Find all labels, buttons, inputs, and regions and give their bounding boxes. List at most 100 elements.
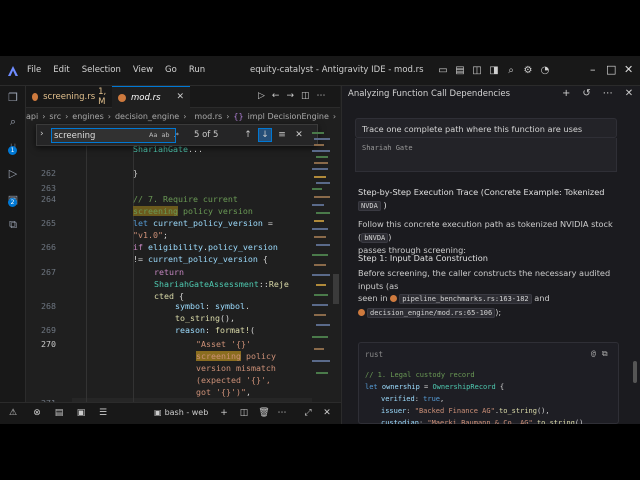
remote-badge: 2 [8,198,17,207]
breadcrumb: api › src › engines › decision_engine › … [26,108,340,124]
breadcrumb-item[interactable]: src [49,112,61,121]
line-number: 262 [41,168,56,178]
window-title: equity-catalyst - Antigravity IDE - mod.… [250,65,424,75]
chevron-right-icon: › [226,111,230,121]
scrollbar-thumb[interactable] [333,274,339,304]
regex-toggle[interactable]: .* [174,131,179,139]
bottom-toolbar: ⚠ ⊗ ▤ ▣ ☰ ▣ bash - web + ◫ 🗑 ⋯ ⤢ ✕ [0,402,341,424]
code-line: version mismatch [196,363,276,373]
match-case-toggle[interactable]: Aa [149,131,157,139]
ide-window: File Edit Selection View Go Run equity-c… [0,56,640,424]
code-chip: NVDA [358,200,381,211]
layout-controls: ▭ ▤ ◫ ◨ ⌕ ⚙ ◔ [436,63,552,77]
find-in-selection-icon[interactable]: ≡ [275,128,289,142]
tab-screening-rs[interactable]: screening.rs 1, M [26,86,112,108]
chevron-right-icon: › [183,111,187,121]
account-icon[interactable]: ◔ [538,63,552,77]
breadcrumb-item[interactable]: api [26,112,38,121]
output-icon[interactable]: ▤ [53,407,65,419]
editor-scrollbar[interactable] [332,124,340,424]
close-panel-icon[interactable]: ✕ [321,407,333,419]
explorer-icon[interactable]: ❐ [6,90,20,104]
run-debug-icon[interactable]: ▷ [6,166,20,180]
tab-status: 1, M [98,87,107,107]
breadcrumb-item[interactable]: mod.rs [194,112,222,121]
chevron-right-icon: › [332,111,337,121]
menu-bar: File Edit Selection View Go Run [27,65,217,75]
trace-heading: Step-by-Step Execution Trace (Concrete E… [358,186,626,212]
search-icon[interactable]: ⌕ [504,63,518,77]
menu-view[interactable]: View [133,65,160,75]
layout-split-icon[interactable]: ◫ [470,63,484,77]
more-terminal-actions-icon[interactable]: ⋯ [276,407,288,419]
maximize-panel-icon[interactable]: ⤢ [302,407,314,419]
menu-go[interactable]: Go [165,65,184,75]
agent-manager-icon[interactable]: ⚠ [7,407,19,419]
next-match-icon[interactable]: ↓ [258,128,272,142]
settings-icon[interactable]: ⚙ [521,63,535,77]
debug-console-icon[interactable]: ☰ [97,407,109,419]
find-match-count: 5 of 5 [194,130,219,140]
close-window-icon[interactable]: ✕ [624,63,633,76]
go-back-icon[interactable]: ← [272,91,280,101]
toggle-primary-sidebar-icon[interactable]: ▭ [436,63,450,77]
file-reference-link[interactable]: pipeline_benchmarks.rs:163-182 [399,294,532,304]
history-icon[interactable]: ↺ [582,88,590,99]
tab-label: mod.rs [131,92,161,103]
panel-scrollbar-thumb[interactable] [633,361,637,383]
new-chat-icon[interactable]: + [562,88,570,99]
terminal-label: bash - web [164,408,209,417]
breadcrumb-item[interactable]: decision_engine [115,112,179,121]
close-tab-icon[interactable]: ✕ [176,92,184,102]
antigravity-logo-icon [8,66,18,76]
chevron-right-icon[interactable]: › [40,129,44,139]
tab-mod-rs[interactable]: mod.rs ✕ [112,86,190,108]
menu-file[interactable]: File [27,65,48,75]
step-text: and [534,293,550,303]
split-terminal-icon[interactable]: ◫ [238,407,250,419]
more-icon[interactable]: ⋯ [603,88,613,99]
previous-output-card: Shariah Gate [355,138,617,172]
add-terminal-icon[interactable]: + [218,407,230,419]
code-line: to_string(), [175,313,235,323]
terminal-icon[interactable]: ▣ [75,407,87,419]
more-actions-icon[interactable]: ⋯ [317,91,326,101]
braces-icon: {} [233,111,244,121]
minimap[interactable] [310,124,332,424]
code-line: "v1.0"; [133,230,168,240]
menu-edit[interactable]: Edit [53,65,76,75]
toggle-panel-icon[interactable]: ▤ [453,63,467,77]
file-reference-link[interactable]: decision_engine/mod.rs:65-106 [367,307,496,318]
problems-icon[interactable]: ⊗ [31,407,43,419]
terminal-selector[interactable]: ▣ bash - web [154,408,208,417]
heading-end: ) [383,199,387,210]
close-panel-icon[interactable]: ✕ [625,88,633,99]
search-view-icon[interactable]: ⌕ [6,115,20,129]
code-line: } [133,168,138,178]
maximize-icon[interactable]: □ [606,63,616,76]
breadcrumb-item[interactable]: impl DecisionEngine [248,112,329,121]
go-forward-icon[interactable]: → [286,91,294,101]
code-line: let ownership = OwnershipRecord { [365,383,505,391]
terminal-icon: ▣ [154,408,162,417]
code-line: let current_policy_version = [133,218,273,228]
copy-icon[interactable]: ⧉ [602,349,608,359]
agent-panel: Analyzing Function Call Dependencies + ↺… [341,86,640,424]
mention-icon[interactable]: @ [591,349,596,359]
kill-terminal-icon[interactable]: 🗑 [258,407,270,419]
whole-word-toggle[interactable]: ab [161,131,169,139]
code-editor[interactable]: 262 263 264 265 266 267 268 269 270 271 … [26,144,340,424]
run-icon[interactable]: ▷ [258,91,265,101]
breadcrumb-item[interactable]: engines [72,112,103,121]
code-line: issuer: "Backed Finance AG".to_string(), [381,407,550,415]
close-find-icon[interactable]: ✕ [292,128,306,142]
extensions-icon[interactable]: ⧉ [6,218,20,232]
menu-selection[interactable]: Selection [82,65,128,75]
menu-run[interactable]: Run [189,65,212,75]
source-control-badge: 1 [8,146,17,155]
split-editor-icon[interactable]: ◫ [301,91,310,101]
previous-match-icon[interactable]: ↑ [241,128,255,142]
toggle-secondary-sidebar-icon[interactable]: ◨ [487,63,501,77]
activity-bar: ❐ ⌕ ⑂ 1 ▷ ▣ 2 ⧉ [0,86,26,424]
minimize-icon[interactable]: – [590,63,596,76]
